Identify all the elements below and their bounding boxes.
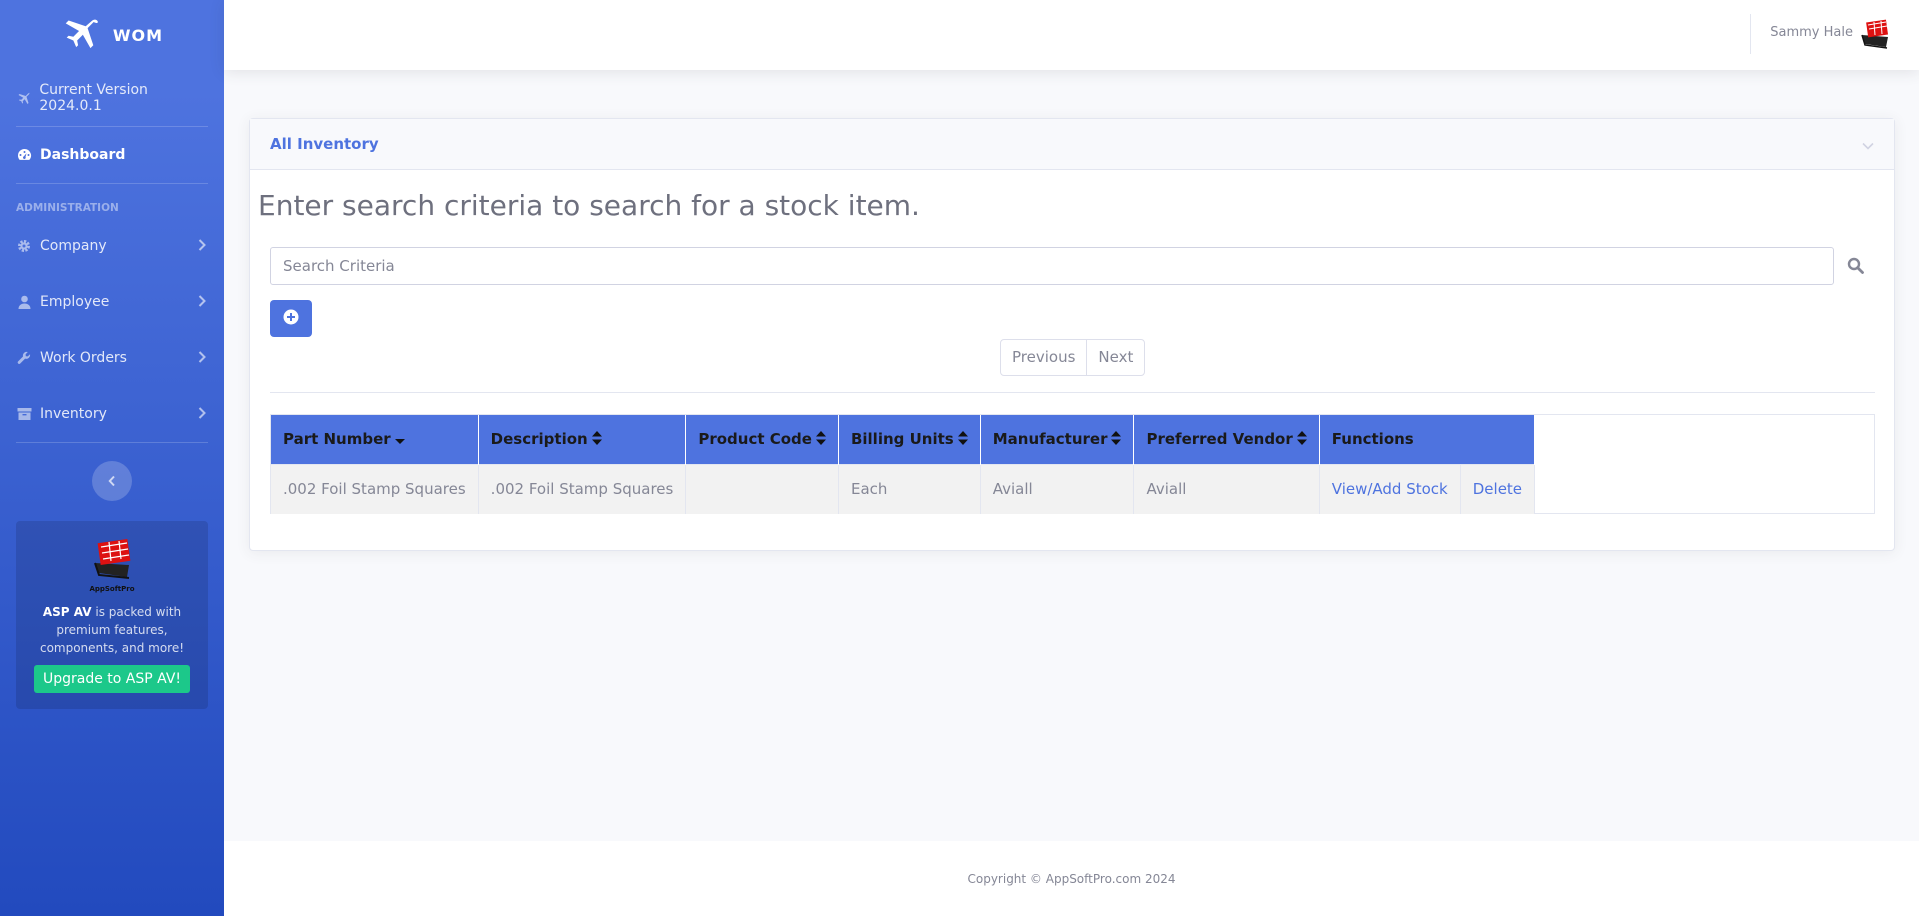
sidebar-item-label: Company [40,238,107,254]
cell-preferred-vendor: Aviall [1133,463,1320,514]
inventory-table: Part Number Description Product Code Bil… [271,415,1536,514]
sidebar-heading: ADMINISTRATION [16,202,119,214]
sidebar-item-version[interactable]: Current Version 2024.0.1 [0,70,224,126]
next-page-button[interactable]: Next [1086,340,1144,375]
cell-view-add-stock: View/Add Stock [1319,463,1461,514]
cell-manufacturer: Aviall [980,463,1135,514]
chevron-right-icon [198,239,206,255]
divider [270,392,1875,393]
sidebar-item-label: Work Orders [40,350,127,366]
previous-page-button[interactable]: Previous [1001,340,1086,375]
appsoftpro-logo: AppSoftPro [26,539,198,593]
sidebar-item-work-orders[interactable]: Work Orders [0,330,224,386]
column-header-label: Product Code [698,430,812,448]
column-header-label: Part Number [283,430,391,448]
add-stock-item-button[interactable] [270,300,312,337]
sort-icon [1111,430,1122,449]
box-icon [16,406,32,422]
column-header-billing-units[interactable]: Billing Units [838,415,981,464]
upgrade-button[interactable]: Upgrade to ASP AV! [33,665,191,693]
topbar-divider [1750,14,1751,54]
column-header-functions: Functions [1319,415,1536,464]
copyright-text: Copyright © AppSoftPro.com 2024 [967,871,1176,886]
sidebar-item-label: Inventory [40,406,107,422]
card-header[interactable]: All Inventory [250,119,1894,170]
pagination: Previous Next [1000,339,1146,376]
avatar[interactable] [1859,18,1891,50]
column-header-label: Billing Units [850,430,954,448]
chevron-right-icon [198,351,206,367]
plane-icon [16,90,31,106]
cell-delete: Delete [1460,463,1536,514]
cell-billing-units: Each [838,463,981,514]
cell-product-code [685,463,839,514]
promo-logo-caption: AppSoftPro [89,585,135,593]
column-header-label: Manufacturer [992,430,1108,448]
tachometer-icon [16,147,32,163]
column-header-part-number[interactable]: Part Number [271,415,479,464]
sort-icon [957,430,968,449]
sort-icon [815,430,826,449]
search-input[interactable] [270,247,1834,285]
column-header-label: Preferred Vendor [1146,430,1293,448]
topbar: Sammy Hale [224,0,1919,70]
sidebar-divider [16,442,208,443]
sidebar-item-label: Current Version 2024.0.1 [39,82,148,114]
sidebar-toggle-button[interactable] [92,461,132,501]
sidebar-item-employee[interactable]: Employee [0,274,224,330]
inventory-card: All Inventory Enter search criteria to s… [249,118,1895,551]
footer: Copyright © AppSoftPro.com 2024 [224,841,1919,916]
delete-link[interactable]: Delete [1473,480,1522,498]
promo-text-bold: ASP AV [42,605,92,619]
table-row: .002 Foil Stamp Squares .002 Foil Stamp … [271,463,1536,514]
chevron-right-icon [198,407,206,423]
search-heading: Enter search criteria to search for a st… [258,189,920,222]
column-header-manufacturer[interactable]: Manufacturer [980,415,1135,464]
column-header-label: Description [490,430,588,448]
gear-icon [16,238,32,254]
inventory-table-container: Part Number Description Product Code Bil… [270,414,1875,514]
user-icon [16,294,32,310]
wrench-icon [16,350,32,366]
column-header-description[interactable]: Description [478,415,687,464]
plane-icon [61,16,101,54]
sort-icon [1296,430,1307,449]
card-title: All Inventory [270,135,379,153]
promo-text: ASP AV is packed with premium features, … [26,603,198,657]
cell-part-number: .002 Foil Stamp Squares [271,463,479,514]
plus-circle-icon [283,309,299,329]
sidebar-item-label: Employee [40,294,110,310]
column-header-preferred-vendor[interactable]: Preferred Vendor [1133,415,1320,464]
sidebar-item-company[interactable]: Company [0,218,224,274]
sort-desc-icon [394,431,405,449]
column-header-product-code[interactable]: Product Code [685,415,839,464]
sidebar-item-dashboard[interactable]: Dashboard [0,127,224,183]
view-add-stock-link[interactable]: View/Add Stock [1332,480,1448,498]
chevron-right-icon [198,295,206,311]
user-name[interactable]: Sammy Hale [1770,25,1853,40]
sidebar-item-label: Dashboard [40,147,126,163]
sidebar-item-inventory[interactable]: Inventory [0,386,224,442]
search-icon[interactable] [1847,257,1865,275]
cell-description: .002 Foil Stamp Squares [478,463,687,514]
sidebar-brand[interactable]: WOM [0,0,224,70]
sort-icon [591,430,602,449]
column-header-label: Functions [1331,430,1414,449]
sidebar: WOM Current Version 2024.0.1 Dashboard A… [0,0,224,916]
table-header-row: Part Number Description Product Code Bil… [271,415,1536,464]
chevron-left-icon [108,472,116,491]
chevron-down-icon[interactable] [1862,135,1874,154]
sidebar-promo-card: AppSoftPro ASP AV is packed with premium… [16,521,208,709]
brand-name: WOM [112,25,164,45]
